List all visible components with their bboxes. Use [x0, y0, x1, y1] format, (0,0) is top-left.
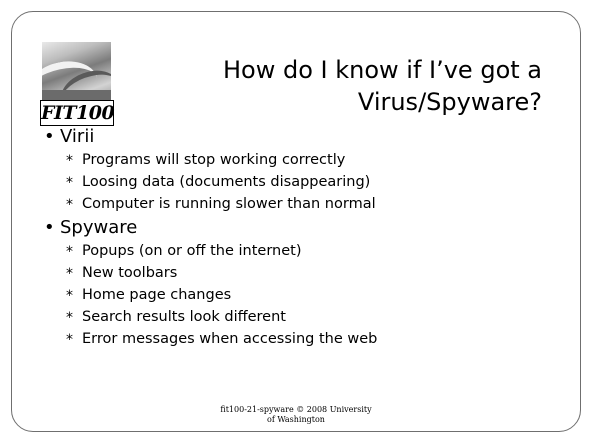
- sub-bullet: Search results look different: [42, 306, 562, 329]
- sub-bullet: Programs will stop working correctly: [42, 149, 562, 172]
- sub-bullet: Popups (on or off the internet): [42, 240, 562, 263]
- logo-caption: FIT100: [40, 100, 115, 126]
- sub-bullet: Error messages when accessing the web: [42, 328, 562, 351]
- sub-bullet: Computer is running slower than normal: [42, 193, 562, 216]
- wave-image: [42, 42, 111, 104]
- slide-footer: fit100-21-spyware © 2008 University of W…: [0, 405, 592, 425]
- title-line-1: How do I know if I’ve got a: [222, 56, 542, 84]
- slide-title: How do I know if I’ve got a Virus/Spywar…: [122, 54, 542, 118]
- slide-body: Virii Programs will stop working correct…: [42, 124, 562, 351]
- bullet-virii: Virii: [42, 124, 562, 149]
- footer-line-2: of Washington: [267, 415, 325, 424]
- sub-bullet: New toolbars: [42, 262, 562, 285]
- fit100-logo: FIT100: [40, 42, 116, 126]
- sub-bullet: Loosing data (documents disappearing): [42, 171, 562, 194]
- bullet-spyware: Spyware: [42, 215, 562, 240]
- sub-bullet: Home page changes: [42, 284, 562, 307]
- footer-line-1: fit100-21-spyware © 2008 University: [220, 405, 372, 414]
- title-line-2: Virus/Spyware?: [357, 88, 542, 116]
